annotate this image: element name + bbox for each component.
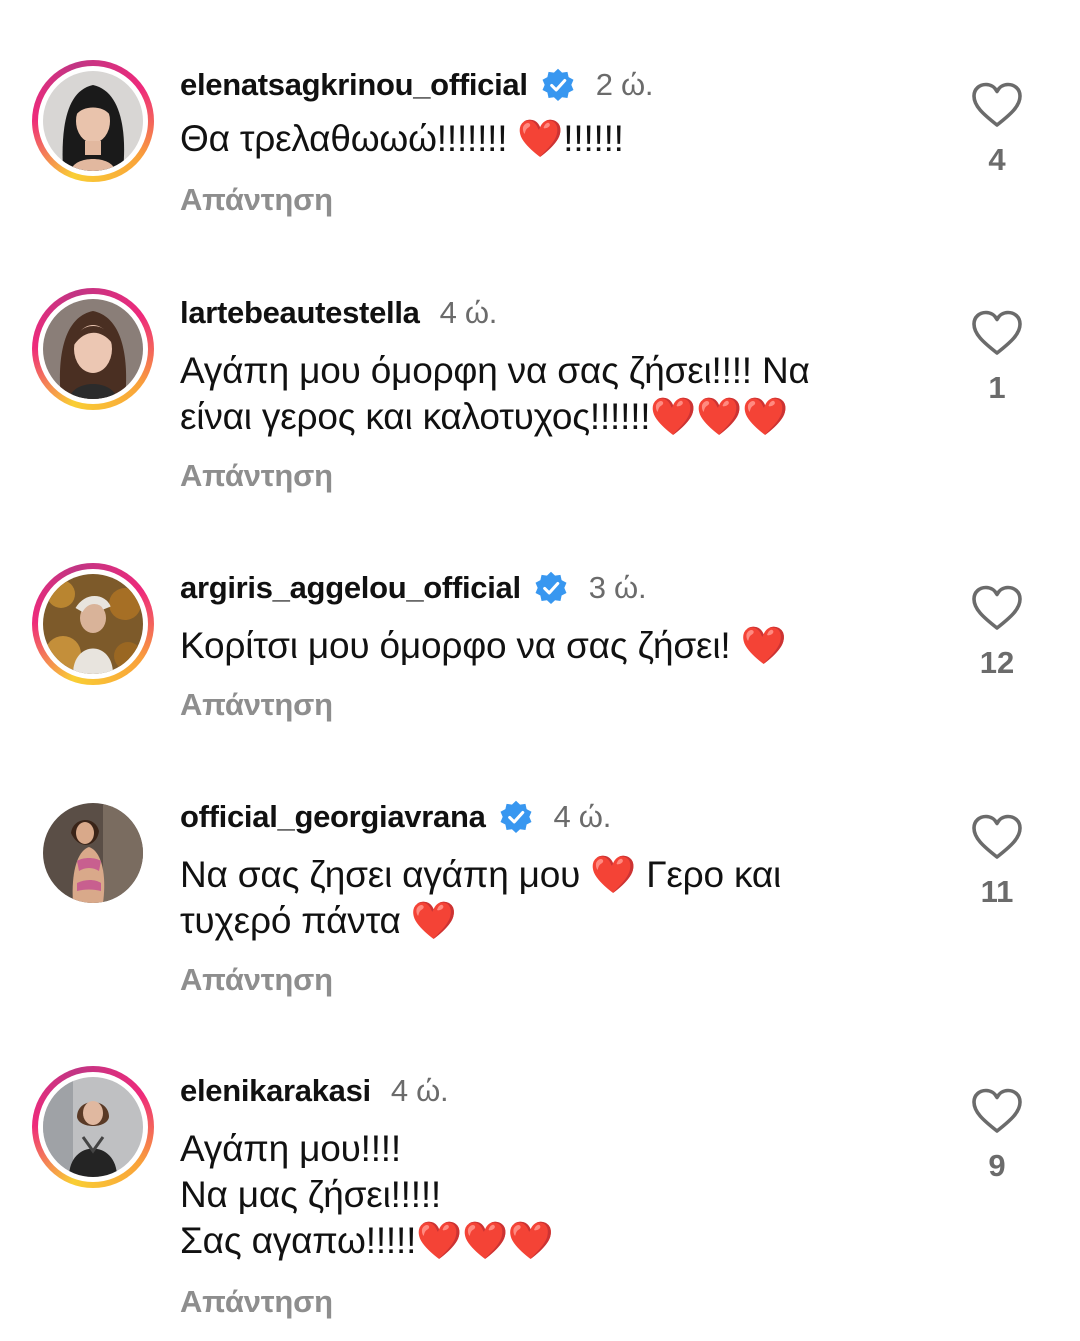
reply-button[interactable]: Απάντηση — [180, 962, 333, 998]
comment-time: 4 ώ. — [390, 1073, 449, 1108]
like-count: 11 — [980, 874, 1014, 909]
verified-badge-icon — [535, 571, 567, 605]
avatar[interactable] — [32, 792, 154, 914]
like-count: 1 — [988, 370, 1006, 405]
heart-outline-icon[interactable] — [971, 310, 1023, 356]
like-area: 12 — [970, 585, 1024, 681]
like-area: 1 — [970, 310, 1024, 406]
avatar[interactable] — [32, 288, 154, 410]
comment-text: Να σας ζησει αγάπη μου ❤️ Γερο και τυχερ… — [180, 852, 900, 944]
comment-text: Αγάπη μου όμορφη να σας ζήσει!!!! Να είν… — [180, 348, 900, 440]
reply-button[interactable]: Απάντηση — [180, 687, 333, 723]
username[interactable]: lartebeautestella — [180, 295, 420, 331]
comment-line: Κορίτσι μου όμορφο να σας ζήσει! ❤️ — [180, 625, 787, 666]
comment-time: 4 ώ. — [439, 295, 498, 330]
like-count: 12 — [979, 645, 1015, 680]
comment-time: 3 ώ. — [588, 570, 647, 605]
comment-header: official_georgiavrana 4 ώ. — [180, 796, 611, 838]
like-area: 4 — [970, 82, 1024, 178]
comment-time: 2 ώ. — [595, 67, 654, 102]
like-area: 9 — [970, 1088, 1024, 1184]
reply-button[interactable]: Απάντηση — [180, 1284, 333, 1320]
username[interactable]: official_georgiavrana — [180, 799, 486, 835]
comment-text: Θα τρελαθωωώ!!!!!!! ❤️!!!!!! — [180, 116, 900, 162]
comment-line: Να μας ζήσει!!!!! — [180, 1174, 441, 1215]
comment-header: elenatsagkrinou_official 2 ώ. — [180, 64, 653, 106]
heart-outline-icon[interactable] — [971, 82, 1023, 128]
comment-line: Θα τρελαθωωώ!!!!!!! ❤️!!!!!! — [180, 118, 624, 159]
username[interactable]: elenikarakasi — [180, 1073, 371, 1109]
username[interactable]: elenatsagkrinou_official — [180, 67, 528, 103]
comment-line: Να σας ζησει αγάπη μου ❤️ Γερο και — [180, 854, 782, 895]
comment-header: lartebeautestella 4 ώ. — [180, 292, 497, 334]
avatar[interactable] — [32, 60, 154, 182]
comment-text: Κορίτσι μου όμορφο να σας ζήσει! ❤️ — [180, 623, 900, 669]
comment-line: Αγάπη μου όμορφη να σας ζήσει!!!! Να — [180, 350, 810, 391]
verified-badge-icon — [542, 68, 574, 102]
reply-button[interactable]: Απάντηση — [180, 458, 333, 494]
comment-line: είναι γερος και καλοτυχος!!!!!!❤️❤️❤️ — [180, 396, 788, 437]
username[interactable]: argiris_aggelou_official — [180, 570, 521, 606]
comment-header: elenikarakasi 4 ώ. — [180, 1070, 449, 1112]
heart-outline-icon[interactable] — [971, 1088, 1023, 1134]
comment-line: τυχερό πάντα ❤️ — [180, 900, 457, 941]
heart-outline-icon[interactable] — [971, 814, 1023, 860]
comment-line: Σας αγαπω!!!!!❤️❤️❤️ — [180, 1220, 554, 1261]
like-count: 9 — [988, 1148, 1006, 1183]
avatar[interactable] — [32, 1066, 154, 1188]
like-area: 11 — [970, 814, 1024, 910]
verified-badge-icon — [500, 800, 532, 834]
like-count: 4 — [988, 142, 1006, 177]
comment-header: argiris_aggelou_official 3 ώ. — [180, 567, 647, 609]
avatar[interactable] — [32, 563, 154, 685]
comment-text: Αγάπη μου!!!! Να μας ζήσει!!!!! Σας αγαπ… — [180, 1126, 900, 1264]
comment-time: 4 ώ. — [553, 799, 612, 834]
heart-outline-icon[interactable] — [971, 585, 1023, 631]
comment-line: Αγάπη μου!!!! — [180, 1128, 401, 1169]
reply-button[interactable]: Απάντηση — [180, 182, 333, 218]
